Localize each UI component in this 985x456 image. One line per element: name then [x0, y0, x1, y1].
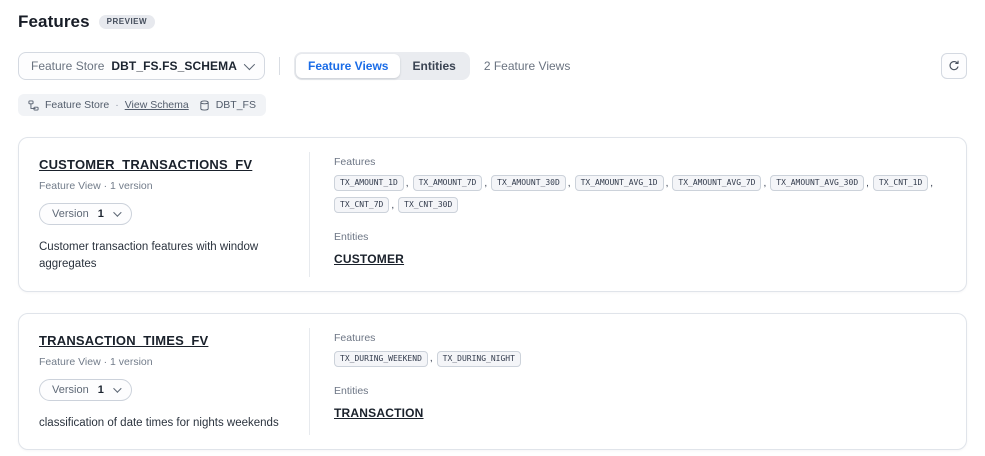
- feature-view-description: Customer transaction features with windo…: [39, 239, 289, 272]
- feature-chip: TX_AMOUNT_30D: [491, 175, 566, 191]
- feature-chip-item: TX_AMOUNT_30D ,: [491, 175, 574, 191]
- database-icon: [199, 100, 210, 111]
- chip-comma: ,: [484, 178, 487, 189]
- feature-chip: TX_AMOUNT_1D: [334, 175, 404, 191]
- chip-comma: ,: [391, 200, 394, 211]
- features-page: Features PREVIEW Feature Store DBT_FS.FS…: [0, 0, 985, 450]
- tab-feature-views[interactable]: Feature Views: [296, 54, 400, 78]
- feature-chip-item: TX_AMOUNT_1D ,: [334, 175, 413, 191]
- view-schema-link[interactable]: View Schema: [125, 99, 189, 111]
- version-value: 1: [98, 208, 104, 220]
- refresh-button[interactable]: [941, 53, 967, 79]
- feature-chip-item: TX_AMOUNT_AVG_7D ,: [672, 175, 770, 191]
- feature-chip: TX_DURING_WEEKEND: [334, 351, 428, 367]
- feature-view-title-link[interactable]: TRANSACTION_TIMES_FV: [39, 333, 208, 348]
- card-details: Features TX_AMOUNT_1D , TX_AMOUNT_7D , T…: [310, 138, 966, 290]
- chevron-down-icon: [113, 209, 121, 217]
- feature-chip: TX_CNT_30D: [398, 197, 458, 213]
- chevron-down-icon: [113, 384, 121, 392]
- feature-store-select-value: DBT_FS.FS_SCHEMA: [111, 59, 237, 73]
- breadcrumb-database: DBT_FS: [216, 99, 256, 111]
- feature-chip-item: TX_CNT_30D ,: [398, 197, 458, 213]
- feature-chip: TX_DURING_NIGHT: [437, 351, 521, 367]
- feature-view-subtitle: Feature View · 1 version: [39, 180, 289, 192]
- chip-comma: ,: [430, 353, 433, 364]
- feature-chip-list: TX_DURING_WEEKEND , TX_DURING_NIGHT ,: [334, 351, 942, 367]
- card-summary: CUSTOMER_TRANSACTIONS_FV Feature View · …: [19, 138, 309, 290]
- breadcrumb-section: Feature Store: [45, 99, 109, 111]
- feature-chip: TX_AMOUNT_AVG_30D: [770, 175, 864, 191]
- feature-view-title-link[interactable]: CUSTOMER_TRANSACTIONS_FV: [39, 157, 252, 172]
- chip-comma: ,: [930, 178, 933, 189]
- page-title: Features: [18, 12, 90, 32]
- version-label: Version: [52, 384, 89, 396]
- feature-view-card: CUSTOMER_TRANSACTIONS_FV Feature View · …: [18, 137, 967, 291]
- version-select[interactable]: Version 1: [39, 203, 132, 225]
- feature-chip-item: TX_AMOUNT_7D ,: [413, 175, 492, 191]
- feature-store-select[interactable]: Feature Store DBT_FS.FS_SCHEMA: [18, 52, 265, 80]
- feature-chip: TX_CNT_7D: [334, 197, 389, 213]
- chip-comma: ,: [568, 178, 571, 189]
- chip-comma: ,: [763, 178, 766, 189]
- breadcrumb: Feature Store · View Schema DBT_FS: [18, 94, 266, 116]
- entities-section-label: Entities: [334, 231, 942, 243]
- entities-section-label: Entities: [334, 385, 942, 397]
- card-details: Features TX_DURING_WEEKEND , TX_DURING_N…: [310, 314, 966, 450]
- entities-section: Entities CUSTOMER: [334, 231, 942, 268]
- chip-comma: ,: [406, 178, 409, 189]
- chip-comma: ,: [666, 178, 669, 189]
- tab-entities[interactable]: Entities: [400, 54, 467, 78]
- version-value: 1: [98, 384, 104, 396]
- card-summary: TRANSACTION_TIMES_FV Feature View · 1 ve…: [19, 314, 309, 450]
- feature-chip-item: TX_AMOUNT_AVG_1D ,: [575, 175, 673, 191]
- chip-comma: ,: [866, 178, 869, 189]
- features-section-label: Features: [334, 156, 942, 168]
- feature-chip: TX_AMOUNT_AVG_7D: [672, 175, 761, 191]
- tab-group: Feature Views Entities: [294, 52, 470, 80]
- preview-badge: PREVIEW: [99, 15, 155, 29]
- schema-icon: [28, 100, 39, 111]
- toolbar-divider: [279, 57, 280, 75]
- feature-chip-item: TX_DURING_NIGHT ,: [437, 351, 521, 367]
- entity-link[interactable]: CUSTOMER: [334, 252, 404, 266]
- chevron-down-icon: [244, 59, 255, 70]
- features-section-label: Features: [334, 332, 942, 344]
- feature-views-count: 2 Feature Views: [484, 59, 571, 73]
- feature-store-select-label: Feature Store: [31, 59, 104, 73]
- toolbar: Feature Store DBT_FS.FS_SCHEMA Feature V…: [18, 52, 967, 80]
- feature-chip-item: TX_AMOUNT_AVG_30D ,: [770, 175, 873, 191]
- refresh-icon: [948, 60, 960, 72]
- entity-list: TRANSACTION: [334, 404, 942, 422]
- feature-chip-item: TX_CNT_1D ,: [873, 175, 937, 191]
- version-select[interactable]: Version 1: [39, 379, 132, 401]
- entity-link[interactable]: TRANSACTION: [334, 406, 424, 420]
- version-label: Version: [52, 208, 89, 220]
- feature-view-subtitle: Feature View · 1 version: [39, 356, 289, 368]
- feature-chip: TX_AMOUNT_AVG_1D: [575, 175, 664, 191]
- page-header: Features PREVIEW: [18, 12, 967, 32]
- breadcrumb-separator: ·: [115, 99, 119, 111]
- feature-view-description: classification of date times for nights …: [39, 415, 289, 432]
- feature-chip-item: TX_CNT_7D ,: [334, 197, 398, 213]
- entities-section: Entities TRANSACTION: [334, 385, 942, 422]
- feature-chip-list: TX_AMOUNT_1D , TX_AMOUNT_7D , TX_AMOUNT_…: [334, 175, 942, 213]
- feature-chip: TX_CNT_1D: [873, 175, 928, 191]
- feature-chip: TX_AMOUNT_7D: [413, 175, 483, 191]
- entity-list: CUSTOMER: [334, 250, 942, 268]
- feature-view-card: TRANSACTION_TIMES_FV Feature View · 1 ve…: [18, 313, 967, 451]
- feature-chip-item: TX_DURING_WEEKEND ,: [334, 351, 437, 367]
